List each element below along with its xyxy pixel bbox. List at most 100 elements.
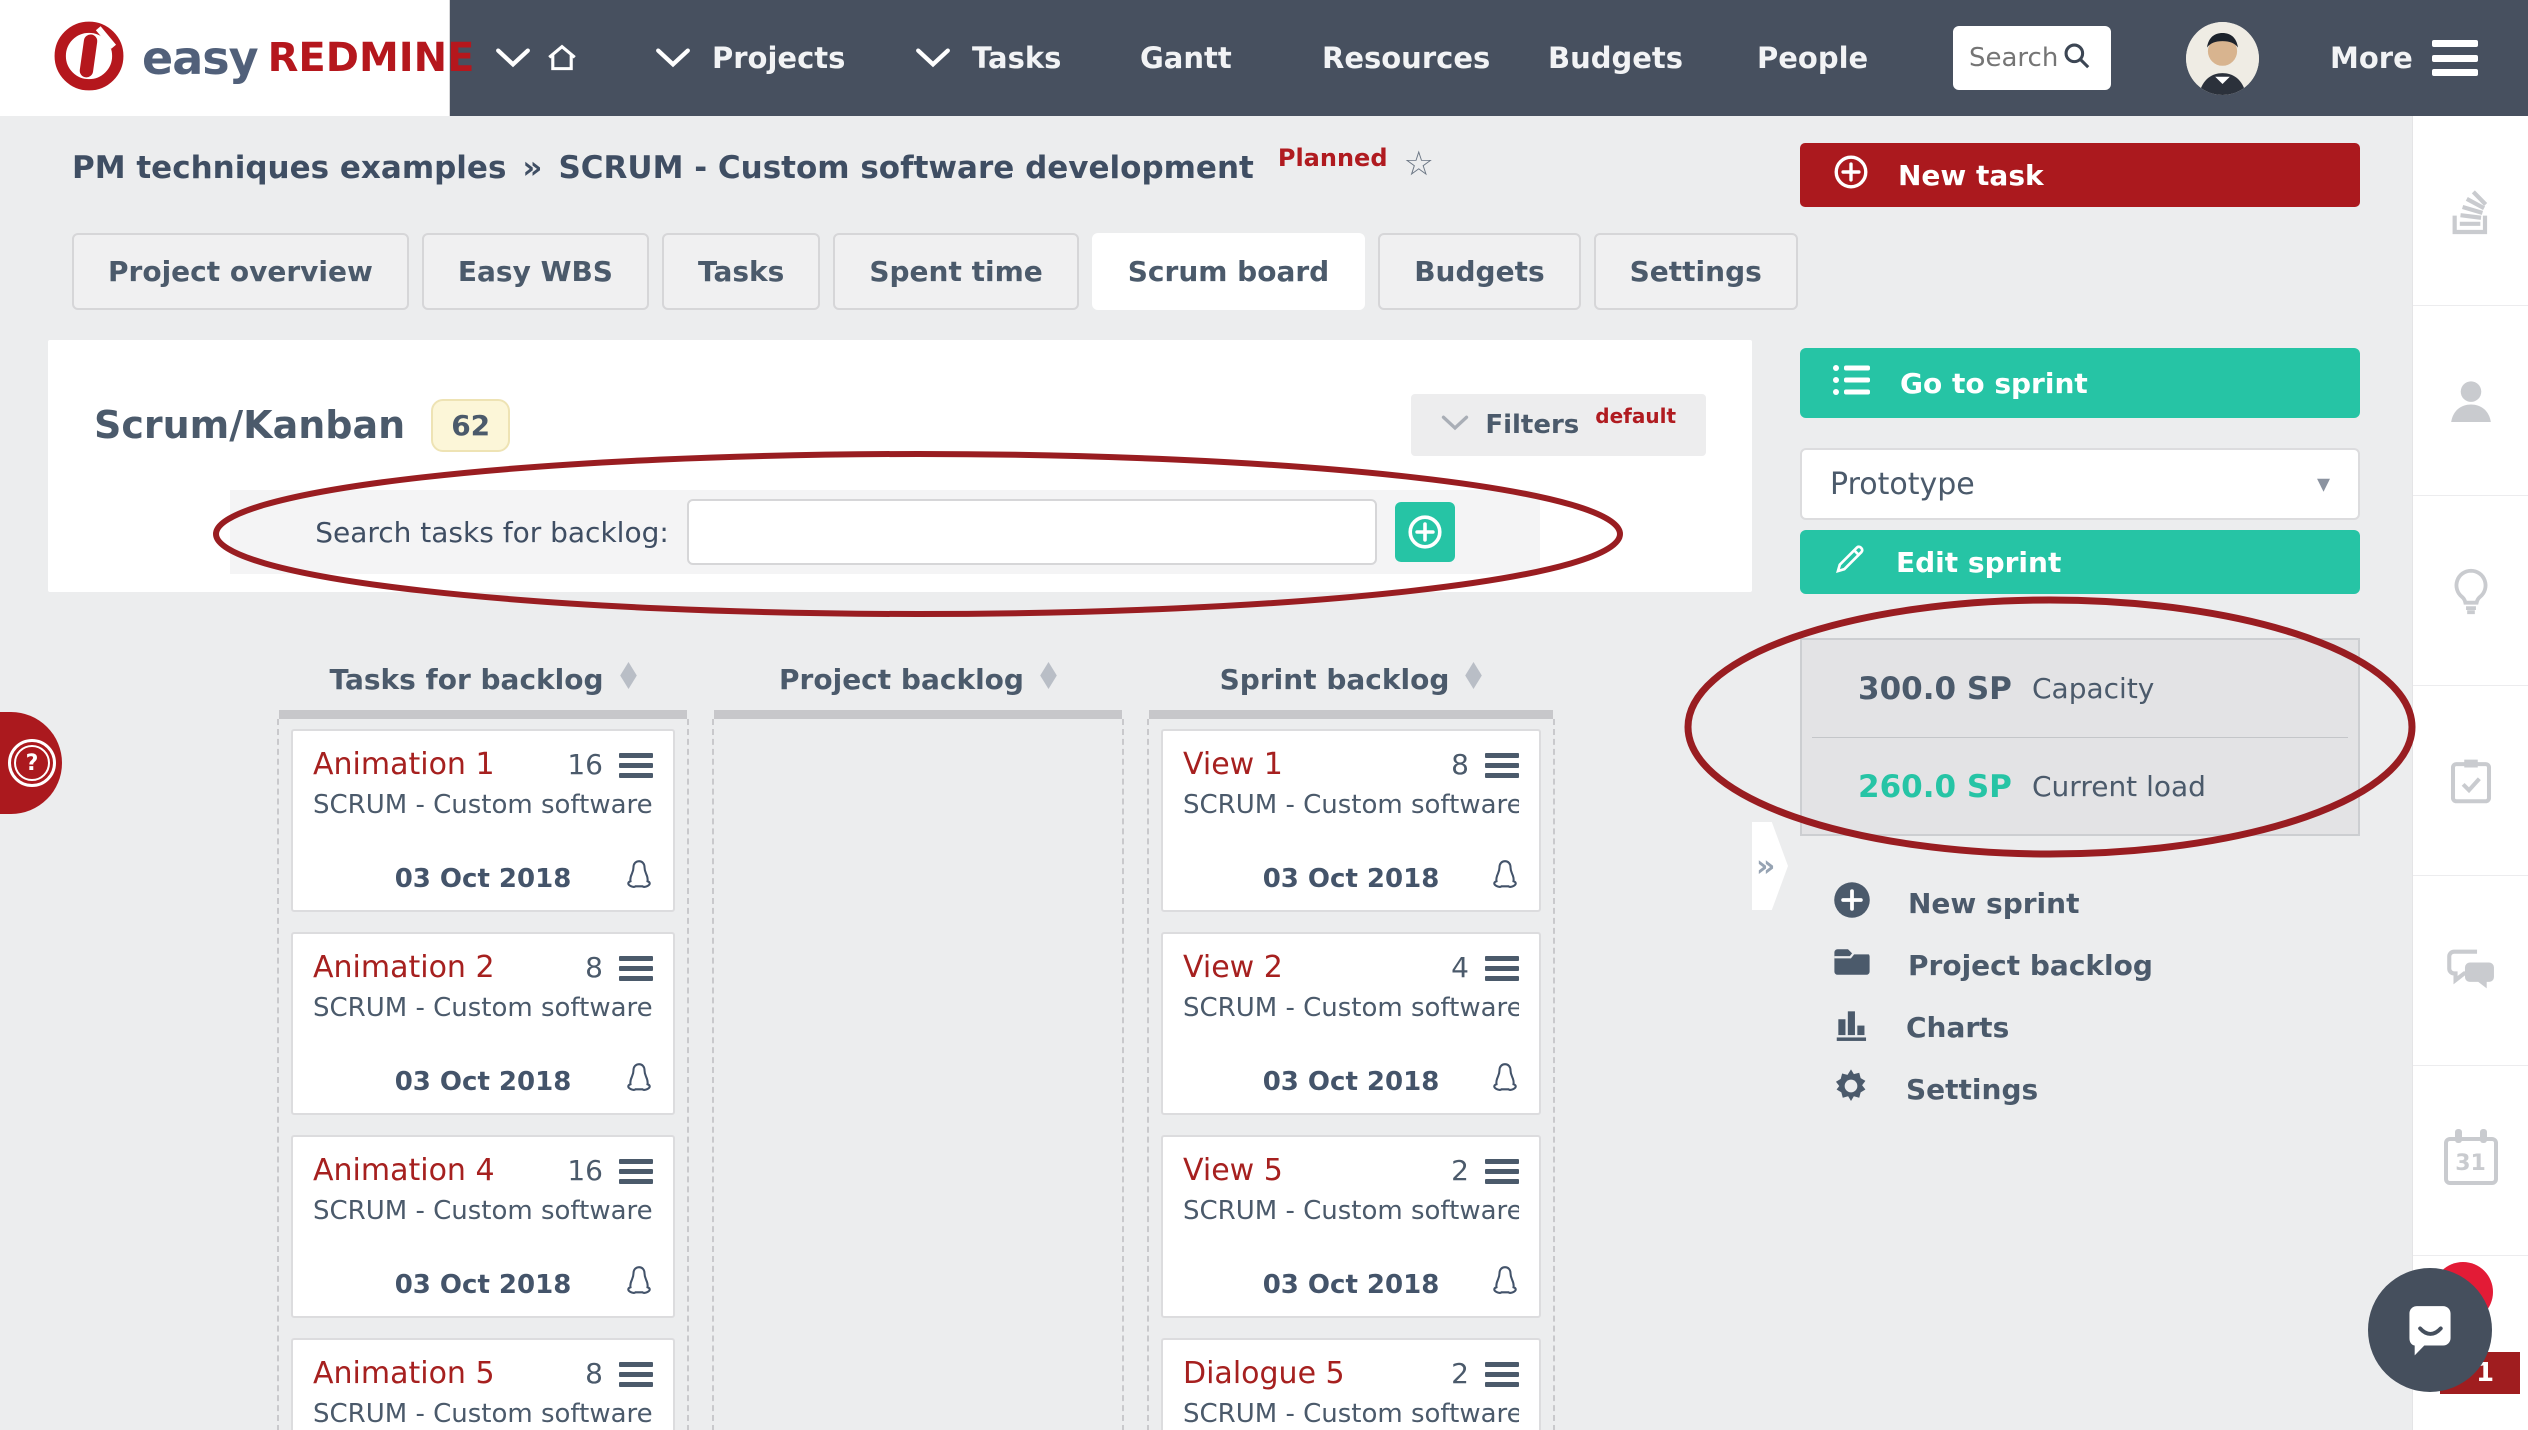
story-points: 8 [585,1357,603,1390]
task-card-project: SCRUM - Custom software d… [1183,1196,1519,1226]
projects-dropdown-chevron-icon[interactable] [655,0,691,116]
tab-easy-wbs[interactable]: Easy WBS [422,233,649,310]
card-menu-icon[interactable] [1485,751,1519,778]
story-points: 16 [567,748,603,781]
global-search-input[interactable] [1969,43,2061,73]
new-task-button[interactable]: New task [1800,143,2360,207]
task-card-project: SCRUM - Custom software dev… [313,790,653,820]
filters-button[interactable]: Filters default [1411,394,1706,456]
clipboard-check-icon[interactable] [2413,686,2528,876]
column-top-bar [1149,710,1553,719]
tasks-dropdown-chevron-icon[interactable] [915,0,951,116]
tab-settings[interactable]: Settings [1594,233,1798,310]
help-glyph: ? [26,751,39,776]
user-avatar[interactable] [2186,22,2259,95]
task-card[interactable]: Animation 2 8 SCRUM - Custom software de… [291,932,675,1115]
task-card-title[interactable]: View 2 [1183,950,1451,985]
tab-budgets[interactable]: Budgets [1378,233,1580,310]
task-card-title[interactable]: View 5 [1183,1153,1451,1188]
edit-sprint-button[interactable]: Edit sprint [1800,530,2360,594]
task-card-project: SCRUM - Custom software d… [1183,993,1519,1023]
task-card[interactable]: View 2 4 SCRUM - Custom software d… 03 O… [1161,932,1541,1115]
sprint-select[interactable]: Prototype ▾ [1800,448,2360,520]
card-menu-icon[interactable] [619,1360,653,1387]
user-icon[interactable] [2413,306,2528,496]
task-card-title[interactable]: Dialogue 5 [1183,1356,1451,1391]
story-points: 8 [585,951,603,984]
settings-link[interactable]: Settings [1800,1058,2360,1120]
breadcrumb: PM techniques examples » SCRUM - Custom … [72,150,1434,190]
filters-chevron-icon [1441,414,1469,436]
current-load-value: 260.0 SP [1802,769,2032,805]
home-icon[interactable] [545,0,579,116]
nav-item-gantt[interactable]: Gantt [1140,0,1232,116]
favorite-star-icon[interactable]: ☆ [1404,144,1434,184]
task-card-title[interactable]: Animation 4 [313,1153,567,1188]
task-card[interactable]: Dialogue 5 2 SCRUM - Custom software d… … [1161,1338,1541,1430]
nav-item-projects[interactable]: Projects [712,0,845,116]
task-card-title[interactable]: Animation 1 [313,747,567,782]
calendar-icon[interactable]: 31 [2413,1066,2528,1256]
story-points: 4 [1451,951,1469,984]
sort-diamond-icon[interactable] [1040,662,1057,696]
assignee-penguin-icon [1489,1061,1521,1101]
card-menu-icon[interactable] [619,954,653,981]
capacity-value: 300.0 SP [1802,671,2032,707]
card-menu-icon[interactable] [619,751,653,778]
brand-name-easy: easy [142,31,258,85]
nav-item-resources[interactable]: Resources [1322,0,1490,116]
task-card[interactable]: Animation 5 8 SCRUM - Custom software de… [291,1338,675,1430]
search-icon[interactable] [2061,40,2093,76]
charts-link[interactable]: Charts [1800,996,2360,1058]
task-card[interactable]: View 5 2 SCRUM - Custom software d… 03 O… [1161,1135,1541,1318]
sidebar-expander-handle[interactable]: » [1752,822,1788,910]
tab-project-overview[interactable]: Project overview [72,233,409,310]
card-menu-icon[interactable] [1485,1157,1519,1184]
nav-item-more[interactable]: More [2330,0,2413,116]
card-menu-icon[interactable] [1485,954,1519,981]
task-card-date: 03 Oct 2018 [293,864,673,894]
tab-scrum-board[interactable]: Scrum board [1092,233,1365,310]
assignee-penguin-icon [1489,1264,1521,1304]
sprint-capacity-box: 300.0 SP Capacity 260.0 SP Current load [1800,638,2360,836]
column-drop-zone[interactable]: Animation 1 16 SCRUM - Custom software d… [277,719,689,1430]
brand-logo[interactable]: easy REDMINE [0,0,450,116]
chat-bubbles-icon[interactable] [2413,876,2528,1066]
backlog-add-button[interactable] [1395,502,1455,562]
activity-stack-icon[interactable] [2413,116,2528,306]
card-menu-icon[interactable] [619,1157,653,1184]
column-drop-zone[interactable]: View 1 8 SCRUM - Custom software d… 03 O… [1147,719,1555,1430]
global-search-box [1953,26,2111,90]
list-icon [1832,363,1872,404]
task-card-title[interactable]: Animation 2 [313,950,585,985]
column-title: Sprint backlog [1220,663,1450,696]
home-dropdown-chevron-icon[interactable] [495,0,531,116]
project-backlog-link[interactable]: Project backlog [1800,934,2360,996]
sort-diamond-icon[interactable] [620,662,637,696]
chat-widget-button[interactable] [2368,1268,2492,1392]
task-card-title[interactable]: Animation 5 [313,1356,585,1391]
nav-item-budgets[interactable]: Budgets [1548,0,1683,116]
task-card[interactable]: Animation 4 16 SCRUM - Custom software d… [291,1135,675,1318]
card-menu-icon[interactable] [1485,1360,1519,1387]
new-sprint-link[interactable]: New sprint [1800,872,2360,934]
breadcrumb-project[interactable]: PM techniques examples [72,150,506,186]
capacity-label: Capacity [2032,672,2154,705]
sprint-select-value: Prototype [1830,467,1975,502]
nav-item-people[interactable]: People [1757,0,1868,116]
task-card-title[interactable]: View 1 [1183,747,1451,782]
nav-item-tasks[interactable]: Tasks [972,0,1061,116]
tab-tasks[interactable]: Tasks [662,233,820,310]
lightbulb-icon[interactable] [2413,496,2528,686]
menu-burger-icon[interactable] [2432,40,2478,76]
column-drop-zone[interactable] [712,719,1124,1430]
task-card[interactable]: Animation 1 16 SCRUM - Custom software d… [291,729,675,912]
help-button[interactable]: ? [0,712,62,814]
sort-diamond-icon[interactable] [1465,662,1482,696]
task-card[interactable]: View 1 8 SCRUM - Custom software d… 03 O… [1161,729,1541,912]
go-to-sprint-button[interactable]: Go to sprint [1800,348,2360,418]
current-load-label: Current load [2032,770,2206,803]
plus-circle-icon [1832,153,1870,198]
tab-spent-time[interactable]: Spent time [833,233,1078,310]
backlog-search-input[interactable] [687,499,1377,565]
